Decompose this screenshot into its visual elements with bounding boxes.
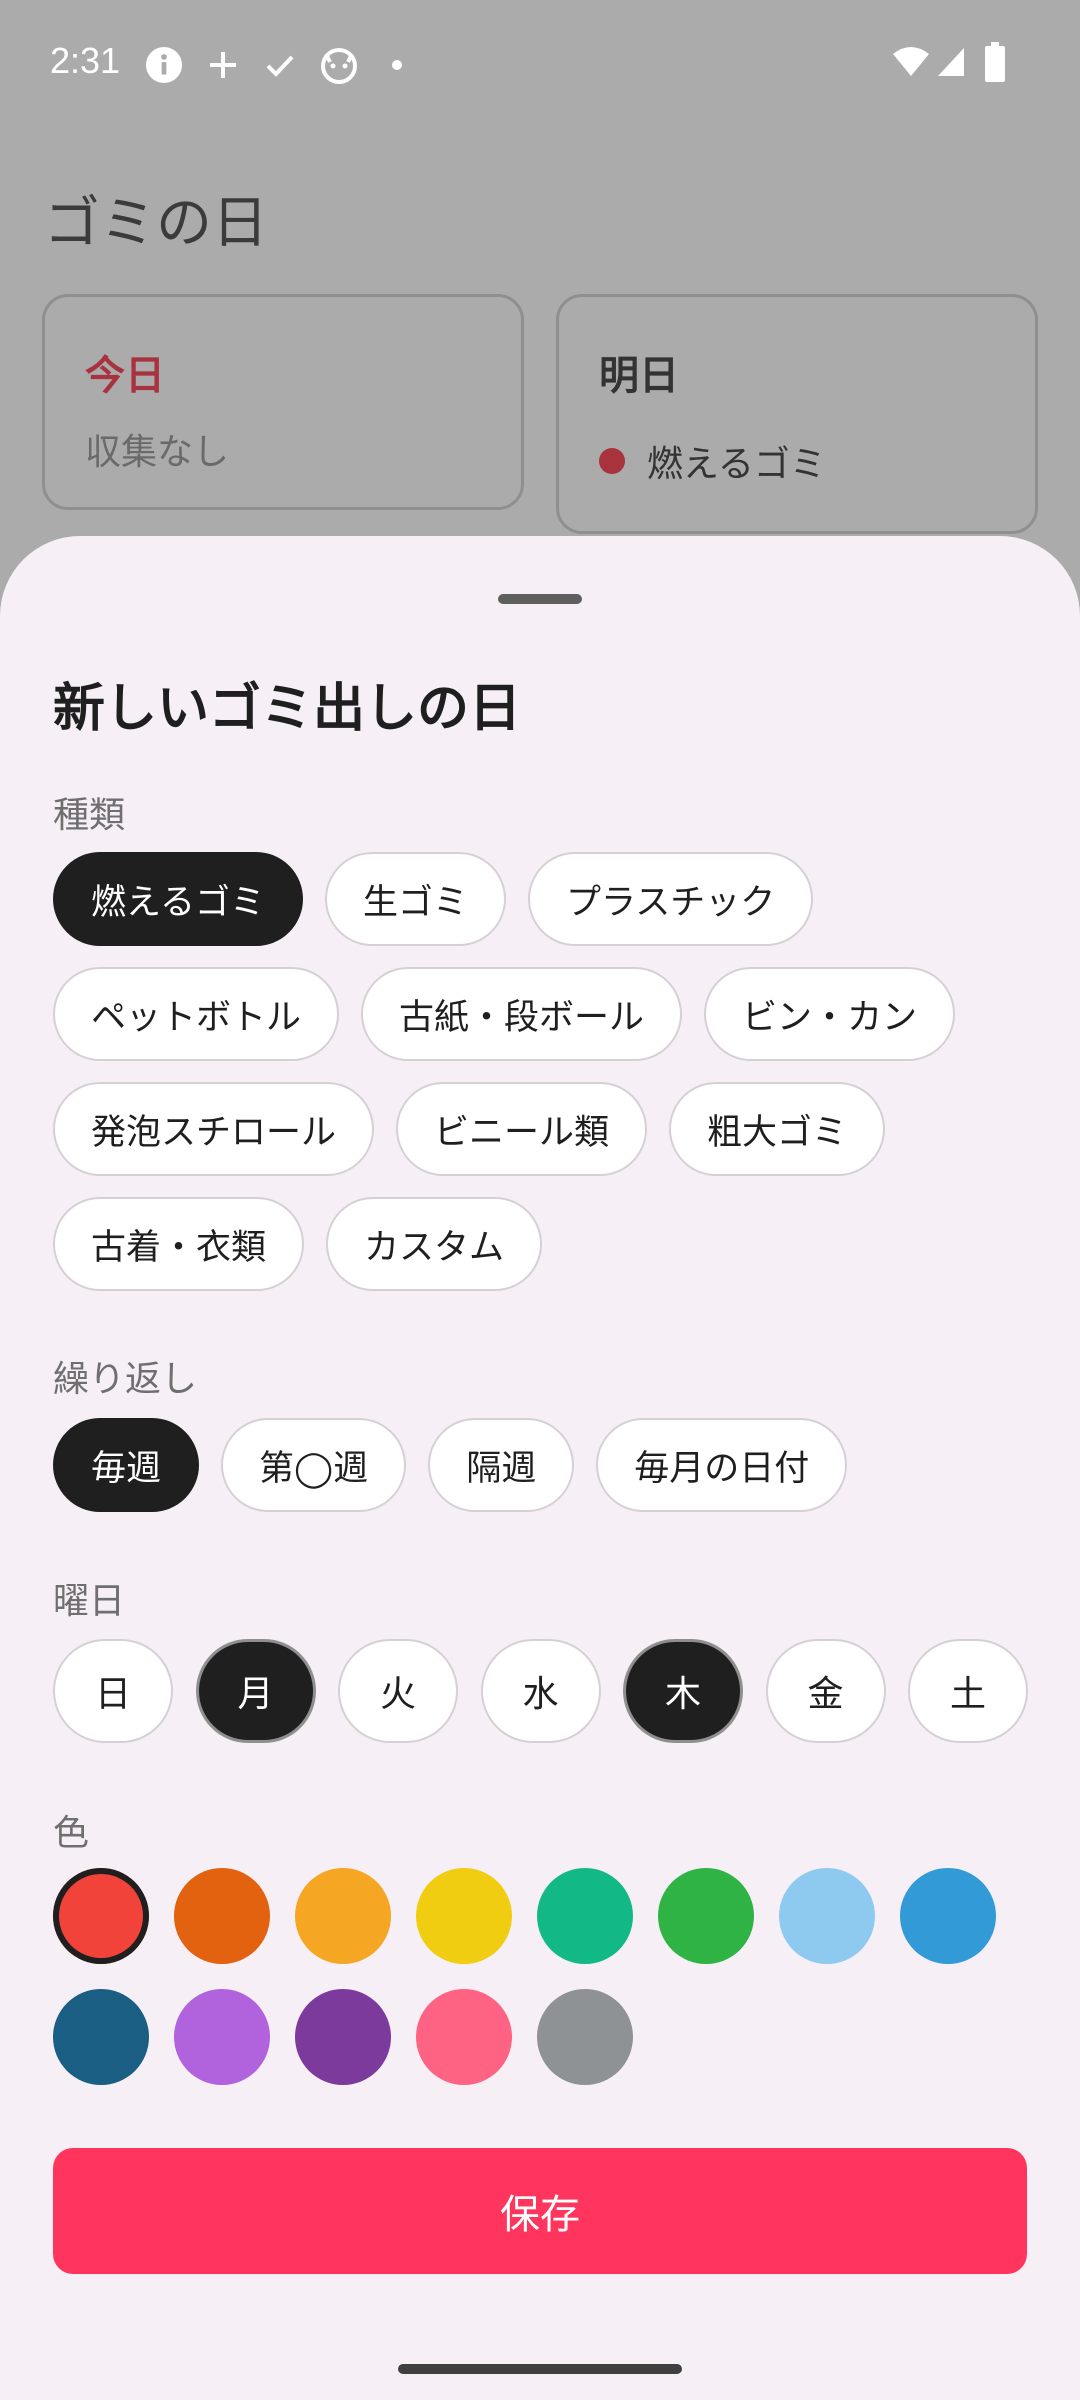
weekday-selector: 日月火水木金土 [53,1639,1028,1743]
type-chip[interactable]: プラスチック [527,852,814,946]
type-section-label: 種類 [53,795,126,836]
color-swatch[interactable] [53,1989,149,2085]
home-indicator[interactable] [398,2364,682,2374]
plus-icon [210,52,236,78]
wifi-icon [893,47,929,76]
app-title: ゴミの日 [44,191,268,256]
weekday-button[interactable]: 月 [195,1639,316,1743]
repeat-section-label: 繰り返し [53,1359,198,1400]
weekday-section-label: 曜日 [53,1581,126,1622]
type-chip-group: 燃えるゴミ 生ゴミ プラスチックペットボトル 古紙・段ボール ビン・カン発泡スチロールビ… [53,852,1043,1312]
weekday-button[interactable]: 金 [765,1639,886,1743]
color-swatch[interactable] [53,1868,149,1964]
color-swatch[interactable] [658,1868,754,1964]
repeat-chip[interactable]: 第◯週 [221,1418,407,1512]
color-swatch[interactable] [416,1989,512,2085]
cat-icon [321,48,357,84]
weekday-button[interactable]: 火 [338,1639,458,1743]
color-swatch[interactable] [295,1989,391,2085]
repeat-chip[interactable]: 隔週 [428,1418,575,1512]
color-swatch[interactable] [416,1868,512,1964]
sheet-drag-handle[interactable] [498,594,582,604]
color-swatch[interactable] [295,1868,391,1964]
weekday-button[interactable]: 水 [480,1639,601,1743]
save-button[interactable]: 保存 [53,2148,1027,2274]
check-icon [266,55,294,77]
signal-icon [938,48,964,76]
tomorrow-card-item: 燃えるゴミ [599,435,826,487]
repeat-chip[interactable]: 毎週 [53,1418,200,1512]
tomorrow-card-title: 明日 [599,353,679,399]
color-swatch[interactable] [174,1868,270,1964]
color-picker [53,1868,1033,2110]
dot-icon [392,60,402,70]
weekday-button[interactable]: 木 [623,1639,743,1743]
weekday-button[interactable]: 土 [908,1639,1028,1743]
type-chip[interactable]: 生ゴミ [324,852,506,946]
type-chip[interactable]: 発泡スチロール [53,1082,375,1176]
battery-icon [985,42,1005,82]
repeat-chip[interactable]: 毎月の日付 [596,1418,848,1512]
repeat-chip-group: 毎週 第◯週 隔週 毎月の日付 [53,1418,1043,1533]
sheet-title: 新しいゴミ出しの日 [53,679,522,739]
status-time: 2:31 [50,40,121,81]
type-chip[interactable]: 燃えるゴミ [53,852,303,946]
color-swatch[interactable] [537,1868,633,1964]
tomorrow-card[interactable]: 明日 燃えるゴミ [556,294,1038,534]
type-chip[interactable]: ビニール類 [396,1082,648,1176]
today-card-body: 収集なし [85,432,230,473]
color-swatch[interactable] [779,1868,875,1964]
type-chip[interactable]: ペットボトル [53,967,340,1061]
status-bar: 2:31 [0,0,1080,128]
color-section-label: 色 [53,1813,90,1854]
tomorrow-card-item-label: 燃えるゴミ [647,444,826,485]
color-swatch[interactable] [900,1868,996,1964]
color-swatch[interactable] [174,1989,270,2085]
info-icon [145,46,183,84]
type-chip[interactable]: ビン・カン [704,967,956,1061]
type-chip[interactable]: 粗大ゴミ [669,1082,886,1176]
type-chip[interactable]: カスタム [326,1197,543,1291]
today-card-title: 今日 [85,353,165,399]
type-chip[interactable]: 古紙・段ボール [361,967,683,1061]
garbage-color-dot [599,448,625,474]
weekday-button[interactable]: 日 [53,1639,173,1743]
new-schedule-sheet: 新しいゴミ出しの日 種類 燃えるゴミ 生ゴミ プラスチックペットボトル 古紙・段ボール… [0,536,1080,2400]
type-chip[interactable]: 古着・衣類 [53,1197,305,1291]
today-card[interactable]: 今日 収集なし [42,294,524,510]
color-swatch[interactable] [537,1989,633,2085]
